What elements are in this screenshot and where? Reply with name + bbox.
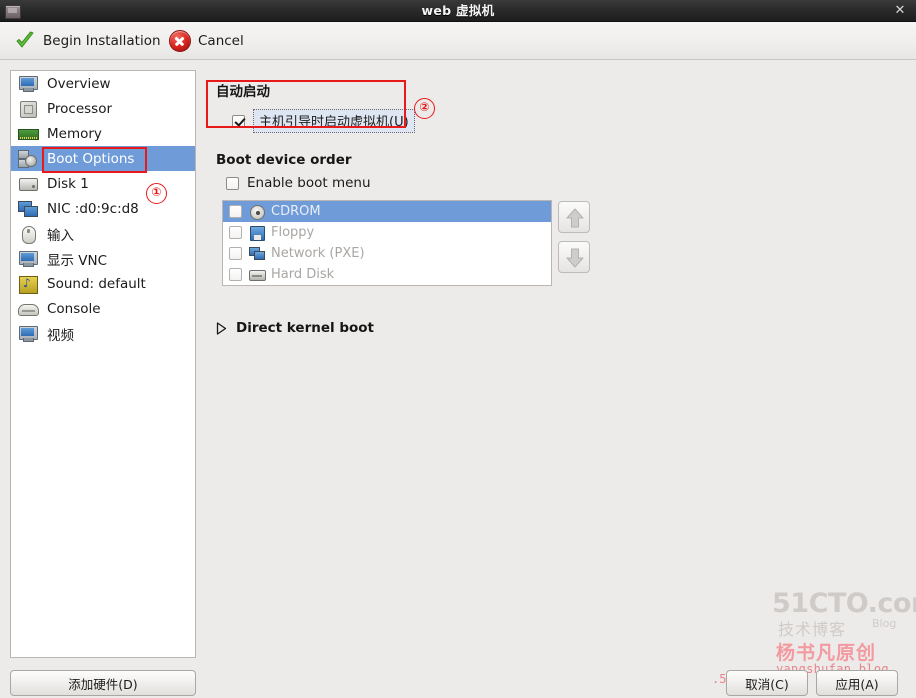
boot-device-label: Network (PXE) xyxy=(271,246,365,261)
boot-device-list[interactable]: CDROM Floppy Network (PXE) Hard Disk xyxy=(222,200,552,286)
boot-device-row-cdrom[interactable]: CDROM xyxy=(223,201,551,222)
disk-icon xyxy=(17,174,39,194)
boot-device-row-network[interactable]: Network (PXE) xyxy=(223,243,551,264)
sidebar-item-label: Console xyxy=(47,300,101,317)
sidebar-item-video[interactable]: 视频 xyxy=(11,321,195,346)
sidebar-item-label: Disk 1 xyxy=(47,175,89,192)
boot-options-panel: 自动启动 主机引导时启动虚拟机(U) Boot device order Ena… xyxy=(206,70,906,658)
floppy-icon xyxy=(249,225,265,241)
boot-device-label: Hard Disk xyxy=(271,267,335,282)
boot-device-label: CDROM xyxy=(271,204,321,219)
enable-boot-menu-row[interactable]: Enable boot menu xyxy=(226,175,371,191)
sidebar-item-label: Memory xyxy=(47,125,102,142)
boot-device-row-floppy[interactable]: Floppy xyxy=(223,222,551,243)
window-titlebar: web 虚拟机 ✕ xyxy=(0,0,916,22)
ram-icon xyxy=(17,124,39,144)
cancel-dialog-button[interactable]: 取消(C) xyxy=(726,670,808,696)
sidebar-item-label: 显示 VNC xyxy=(47,252,108,269)
move-down-button[interactable] xyxy=(558,241,590,273)
video-icon xyxy=(17,324,39,344)
monitor-icon xyxy=(17,74,39,94)
sidebar-item-sound[interactable]: Sound: default xyxy=(11,271,195,296)
boot-order-title-label: Boot device order xyxy=(216,152,352,168)
cancel-icon xyxy=(169,30,191,52)
cpu-icon xyxy=(17,99,39,119)
boot-device-checkbox[interactable] xyxy=(229,247,242,260)
hardware-list[interactable]: Overview Processor Memory Boot Options D… xyxy=(10,70,196,658)
enable-boot-menu-checkbox[interactable] xyxy=(226,176,239,190)
begin-installation-label: Begin Installation xyxy=(43,33,161,49)
move-up-button[interactable] xyxy=(558,201,590,233)
sidebar-item-label: Sound: default xyxy=(47,275,146,292)
network-icon xyxy=(249,246,265,261)
boot-device-checkbox[interactable] xyxy=(229,268,242,281)
enable-boot-menu-label: Enable boot menu xyxy=(247,175,371,191)
sidebar-item-nic[interactable]: NIC :d0:9c:d8 xyxy=(11,196,195,221)
sidebar-item-processor[interactable]: Processor xyxy=(11,96,195,121)
autostart-checkbox-label: 主机引导时启动虚拟机(U) xyxy=(253,109,415,133)
display-icon xyxy=(17,249,39,269)
autostart-group: 自动启动 主机引导时启动虚拟机(U) xyxy=(216,80,415,133)
sound-icon xyxy=(17,274,39,294)
add-hardware-button[interactable]: 添加硬件(D) xyxy=(10,670,196,696)
sidebar-item-console[interactable]: Console xyxy=(11,296,195,321)
boot-device-checkbox[interactable] xyxy=(229,205,242,218)
annotation-marker-one: ① xyxy=(146,183,167,204)
arrow-down-icon xyxy=(566,248,584,268)
boot-icon xyxy=(17,149,39,169)
autostart-checkbox[interactable] xyxy=(232,114,245,128)
boot-device-checkbox[interactable] xyxy=(229,226,242,239)
begin-installation-button[interactable]: Begin Installation xyxy=(8,22,167,60)
sidebar-item-label: 视频 xyxy=(47,327,74,344)
sidebar-item-boot-options[interactable]: Boot Options xyxy=(11,146,195,171)
sidebar-item-disk-1[interactable]: Disk 1 xyxy=(11,171,195,196)
direct-kernel-boot-expander[interactable]: Direct kernel boot xyxy=(216,320,374,336)
harddisk-icon xyxy=(249,267,266,282)
cancel-label: Cancel xyxy=(198,33,244,49)
sidebar-item-display-vnc[interactable]: 显示 VNC xyxy=(11,246,195,271)
autostart-title: 自动启动 xyxy=(216,84,270,100)
sidebar-item-label: NIC :d0:9c:d8 xyxy=(47,200,139,217)
direct-kernel-boot-label: Direct kernel boot xyxy=(236,320,374,336)
sidebar-item-label: Overview xyxy=(47,75,111,92)
sidebar-item-overview[interactable]: Overview xyxy=(11,71,195,96)
chevron-right-icon xyxy=(216,321,227,335)
arrow-up-icon xyxy=(566,208,584,228)
boot-device-label: Floppy xyxy=(271,225,315,240)
sidebar-item-input[interactable]: 输入 xyxy=(11,221,195,246)
sidebar-item-label: 输入 xyxy=(47,227,74,244)
mouse-icon xyxy=(17,224,39,244)
sidebar-item-memory[interactable]: Memory xyxy=(11,121,195,146)
toolbar: Begin Installation Cancel xyxy=(0,22,916,60)
console-icon xyxy=(17,299,39,319)
annotation-marker-two: ② xyxy=(414,98,435,119)
autostart-checkbox-row[interactable]: 主机引导时启动虚拟机(U) xyxy=(232,109,415,133)
cancel-button[interactable]: Cancel xyxy=(163,22,250,60)
boot-device-row-harddisk[interactable]: Hard Disk xyxy=(223,264,551,285)
window-title: web 虚拟机 xyxy=(421,3,495,18)
boot-order-title: Boot device order xyxy=(216,152,352,168)
nic-icon xyxy=(17,199,39,219)
sidebar-item-label: Boot Options xyxy=(47,150,135,167)
sidebar-item-label: Processor xyxy=(47,100,113,117)
apply-button[interactable]: 应用(A) xyxy=(816,670,898,696)
cdrom-icon xyxy=(249,204,265,220)
close-icon[interactable]: ✕ xyxy=(892,4,908,18)
green-check-icon xyxy=(14,30,36,52)
